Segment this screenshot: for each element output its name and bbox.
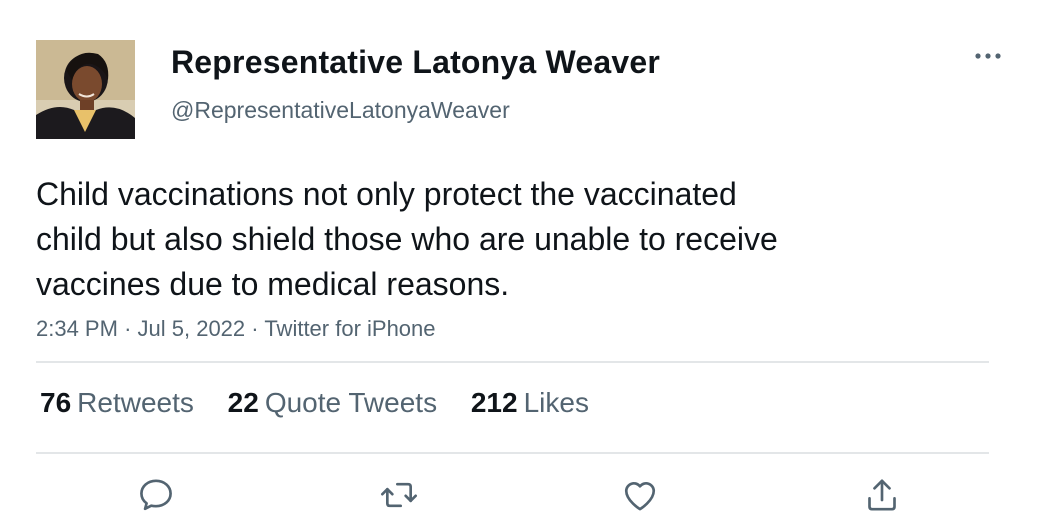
share-icon <box>868 479 896 511</box>
tweet-card: Representative Latonya Weaver @Represent… <box>0 0 1050 525</box>
retweets-count: 76 <box>40 387 72 418</box>
tweet-source[interactable]: Twitter for iPhone <box>264 316 435 341</box>
tweet-text-line: vaccines due to medical reasons. <box>36 266 510 302</box>
share-button[interactable] <box>862 475 902 515</box>
meta-separator: · <box>124 316 132 341</box>
tweet-text: Child vaccinations not only protect the … <box>36 172 936 307</box>
heart-icon <box>624 482 656 511</box>
tweet-date[interactable]: Jul 5, 2022 <box>138 316 246 341</box>
reply-icon <box>140 479 172 511</box>
tweet-text-line: Child vaccinations not only protect the … <box>36 176 737 212</box>
quote-tweets-label: Quote Tweets <box>264 387 438 418</box>
tweet-metadata: 2:34 PM · Jul 5, 2022 · Twitter for iPho… <box>36 316 436 342</box>
tweet-text-line: child but also shield those who are unab… <box>36 221 778 257</box>
meta-separator: · <box>251 316 259 341</box>
likes-stat[interactable]: 212 Likes <box>471 387 589 419</box>
engagement-stats: 76 Retweets 22 Quote Tweets 212 Likes <box>40 387 615 419</box>
like-button[interactable] <box>620 475 660 515</box>
tweet-time[interactable]: 2:34 PM <box>36 316 118 341</box>
retweets-label: Retweets <box>77 387 194 418</box>
avatar-image <box>36 40 135 139</box>
display-name[interactable]: Representative Latonya Weaver <box>171 44 660 81</box>
retweets-stat[interactable]: 76 Retweets <box>40 387 194 419</box>
avatar[interactable] <box>36 40 135 139</box>
quote-tweets-count: 22 <box>227 387 259 418</box>
likes-label: Likes <box>523 387 589 418</box>
retweet-button[interactable] <box>379 475 419 515</box>
divider <box>36 361 989 363</box>
retweet-icon <box>381 482 417 508</box>
user-handle[interactable]: @RepresentativeLatonyaWeaver <box>171 97 510 124</box>
more-options-button[interactable] <box>968 44 1008 70</box>
quote-tweets-stat[interactable]: 22 Quote Tweets <box>228 387 437 419</box>
likes-count: 212 <box>470 387 518 418</box>
reply-button[interactable] <box>136 475 176 515</box>
more-dots-icon <box>975 53 1001 59</box>
divider <box>36 452 989 454</box>
